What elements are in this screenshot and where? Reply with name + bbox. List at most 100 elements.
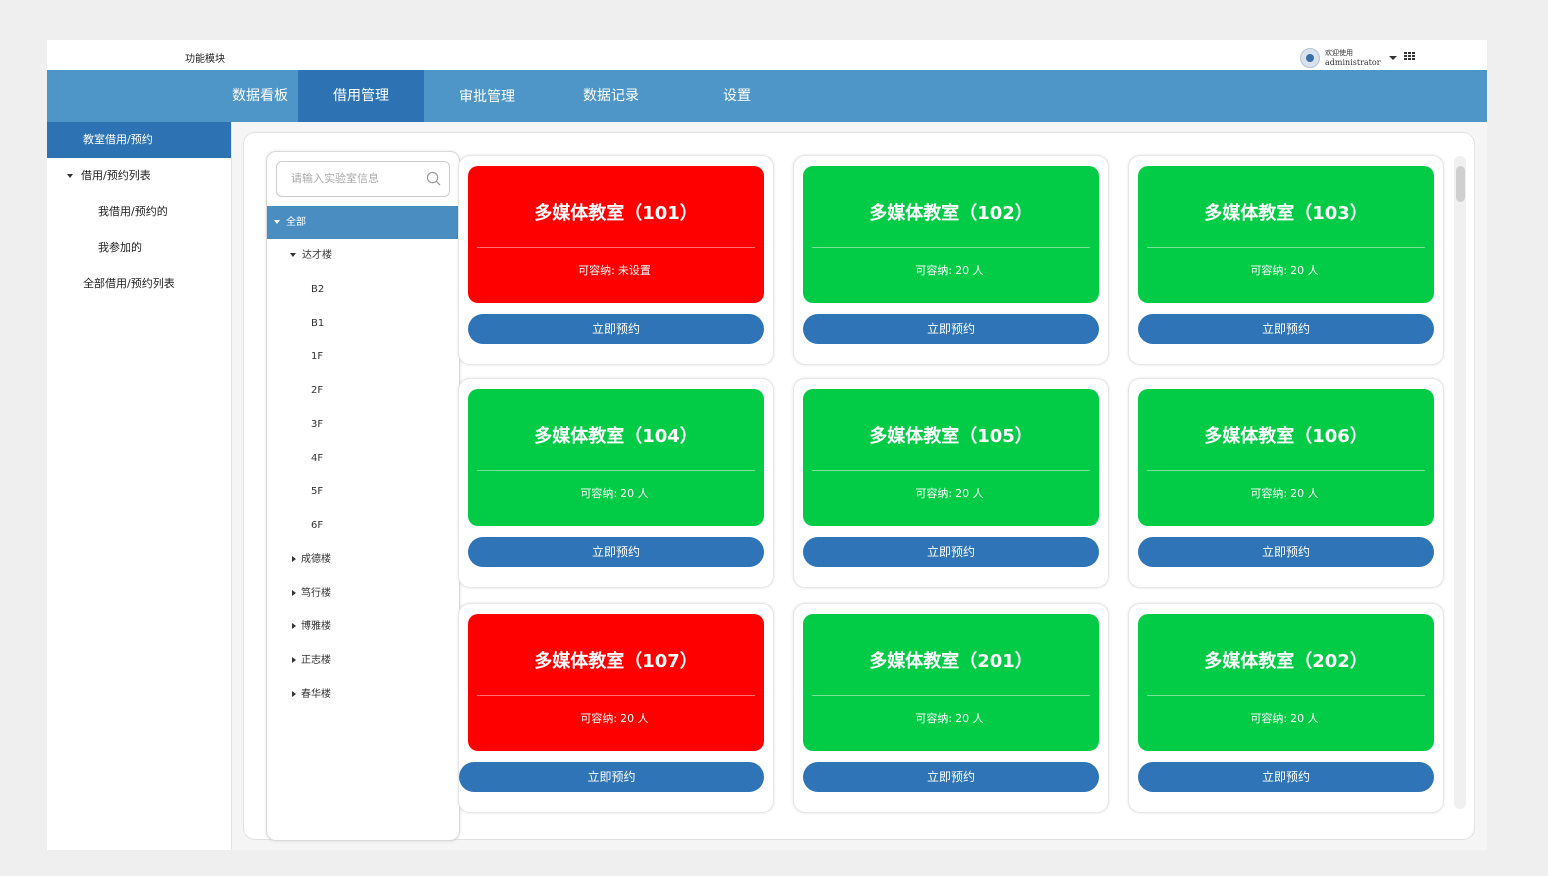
book-now-button[interactable]: 立即预约: [803, 537, 1099, 567]
nav-approval-management[interactable]: 审批管理: [424, 71, 550, 123]
sidebar-item-classroom-booking[interactable]: 教室借用/预约: [47, 122, 231, 158]
book-now-button[interactable]: 立即预约: [1138, 762, 1434, 792]
divider: [477, 247, 755, 248]
caret-right-icon: [292, 556, 296, 562]
book-now-button[interactable]: 立即预约: [1138, 537, 1434, 567]
welcome-text: 欢迎使用: [1325, 49, 1353, 57]
user-icon: [1306, 54, 1314, 62]
capacity-value: 20 人: [1290, 487, 1319, 500]
book-now-button[interactable]: 立即预约: [459, 762, 764, 792]
room-status-box[interactable]: 多媒体教室（202） 可容纳: 20 人: [1138, 614, 1434, 751]
room-card: 多媒体教室（107） 可容纳: 20 人 立即预约: [458, 603, 774, 813]
room-capacity: 可容纳: 20 人: [803, 710, 1099, 726]
sidebar-item-booking-list[interactable]: 借用/预约列表: [47, 158, 231, 194]
capacity-label: 可容纳:: [580, 712, 618, 725]
room-status-box[interactable]: 多媒体教室（107） 可容纳: 20 人: [468, 614, 764, 751]
caret-right-icon: [292, 623, 296, 629]
room-status-box[interactable]: 多媒体教室（201） 可容纳: 20 人: [803, 614, 1099, 751]
search-input[interactable]: [289, 171, 423, 186]
capacity-label: 可容纳:: [1250, 712, 1288, 725]
main-nav: 数据看板 借用管理 审批管理 数据记录 设置: [47, 70, 1487, 122]
tree-node-building[interactable]: 正志楼: [267, 644, 459, 677]
scrollbar-thumb[interactable]: [1456, 166, 1465, 202]
book-now-button[interactable]: 立即预约: [1138, 314, 1434, 344]
tree-node-floor[interactable]: B1: [267, 307, 459, 340]
room-card: 多媒体教室（202） 可容纳: 20 人 立即预约: [1128, 603, 1444, 813]
book-now-button[interactable]: 立即预约: [803, 762, 1099, 792]
apps-grid-icon[interactable]: [1404, 52, 1416, 62]
room-name: 多媒体教室（106）: [1204, 426, 1368, 447]
sidebar: 教室借用/预约 借用/预约列表 我借用/预约的 我参加的 全部借用/预约列表: [47, 122, 232, 850]
room-status-box[interactable]: 多媒体教室（103） 可容纳: 20 人: [1138, 166, 1434, 303]
tree-node-floor[interactable]: B2: [267, 273, 459, 306]
room-status-box[interactable]: 多媒体教室（104） 可容纳: 20 人: [468, 389, 764, 526]
tree-node-building[interactable]: 达才楼: [267, 239, 459, 272]
room-card: 多媒体教室（103） 可容纳: 20 人 立即预约: [1128, 155, 1444, 365]
user-menu[interactable]: 欢迎使用 administrator: [1300, 47, 1397, 69]
nav-data-records[interactable]: 数据记录: [548, 70, 674, 122]
tree-node-all[interactable]: 全部: [267, 206, 459, 239]
room-capacity: 可容纳: 20 人: [468, 485, 764, 501]
module-title: 功能模块: [185, 54, 225, 65]
chevron-down-icon[interactable]: [1388, 56, 1397, 60]
caret-down-icon: [67, 174, 73, 178]
tree-node-label: 达才楼: [302, 250, 332, 261]
room-card: 多媒体教室（201） 可容纳: 20 人 立即预约: [793, 603, 1109, 813]
capacity-value: 20 人: [620, 712, 649, 725]
tree-node-floor[interactable]: 6F: [267, 509, 459, 542]
nav-borrow-management[interactable]: 借用管理: [298, 70, 424, 122]
room-capacity: 可容纳: 20 人: [468, 710, 764, 726]
divider: [477, 695, 755, 696]
divider: [812, 695, 1090, 696]
room-card: 多媒体教室（102） 可容纳: 20 人 立即预约: [793, 155, 1109, 365]
avatar[interactable]: [1300, 48, 1320, 68]
tree-node-floor[interactable]: 2F: [267, 374, 459, 407]
capacity-label: 可容纳:: [915, 712, 953, 725]
tree-node-floor[interactable]: 5F: [267, 475, 459, 508]
tree-node-label: 笃行楼: [301, 588, 331, 599]
nav-settings[interactable]: 设置: [674, 70, 800, 122]
tree-node-label: 博雅楼: [301, 621, 331, 632]
sidebar-item-all-bookings[interactable]: 全部借用/预约列表: [47, 266, 231, 302]
room-name: 多媒体教室（107）: [534, 651, 698, 672]
sidebar-item-my-bookings[interactable]: 我借用/预约的: [47, 194, 231, 230]
content-area: 全部 达才楼 B2 B1 1F 2F 3F 4F 5F 6F 成德楼 笃行楼: [232, 122, 1487, 850]
search-icon[interactable]: [426, 171, 441, 186]
capacity-value: 20 人: [1290, 712, 1319, 725]
divider: [1147, 247, 1425, 248]
caret-right-icon: [292, 657, 296, 663]
room-card: 多媒体教室（106） 可容纳: 20 人 立即预约: [1128, 378, 1444, 588]
divider: [812, 470, 1090, 471]
tree-node-label: 全部: [286, 217, 306, 228]
room-capacity: 可容纳: 20 人: [803, 485, 1099, 501]
tree-node-label: 正志楼: [301, 655, 331, 666]
tree-node-floor[interactable]: 1F: [267, 340, 459, 373]
tree-node-label: 春华楼: [301, 689, 331, 700]
tree-node-floor[interactable]: 3F: [267, 408, 459, 441]
room-card: 多媒体教室（104） 可容纳: 20 人 立即预约: [458, 378, 774, 588]
caret-down-icon: [290, 253, 296, 257]
tree-node-building[interactable]: 春华楼: [267, 678, 459, 711]
tree-node-building[interactable]: 笃行楼: [267, 577, 459, 610]
tree-node-building[interactable]: 博雅楼: [267, 610, 459, 643]
book-now-button[interactable]: 立即预约: [803, 314, 1099, 344]
sidebar-item-my-participations[interactable]: 我参加的: [47, 230, 231, 266]
room-capacity: 可容纳: 20 人: [1138, 262, 1434, 278]
divider: [477, 470, 755, 471]
room-name: 多媒体教室（101）: [534, 203, 698, 224]
book-now-button[interactable]: 立即预约: [468, 314, 764, 344]
room-card: 多媒体教室（105） 可容纳: 20 人 立即预约: [793, 378, 1109, 588]
room-status-box[interactable]: 多媒体教室（106） 可容纳: 20 人: [1138, 389, 1434, 526]
capacity-label: 可容纳:: [578, 264, 615, 277]
scrollbar-track[interactable]: [1454, 156, 1466, 809]
tree-node-label: 成德楼: [301, 554, 331, 565]
room-status-box[interactable]: 多媒体教室（105） 可容纳: 20 人: [803, 389, 1099, 526]
book-now-button[interactable]: 立即预约: [468, 537, 764, 567]
top-bar: 功能模块 欢迎使用 administrator: [47, 40, 1487, 70]
tree-node-floor[interactable]: 4F: [267, 442, 459, 475]
search-box: [276, 161, 450, 197]
capacity-value: 未设置: [617, 264, 651, 277]
tree-node-building[interactable]: 成德楼: [267, 543, 459, 576]
room-status-box[interactable]: 多媒体教室（102） 可容纳: 20 人: [803, 166, 1099, 303]
room-status-box[interactable]: 多媒体教室（101） 可容纳: 未设置: [468, 166, 764, 303]
